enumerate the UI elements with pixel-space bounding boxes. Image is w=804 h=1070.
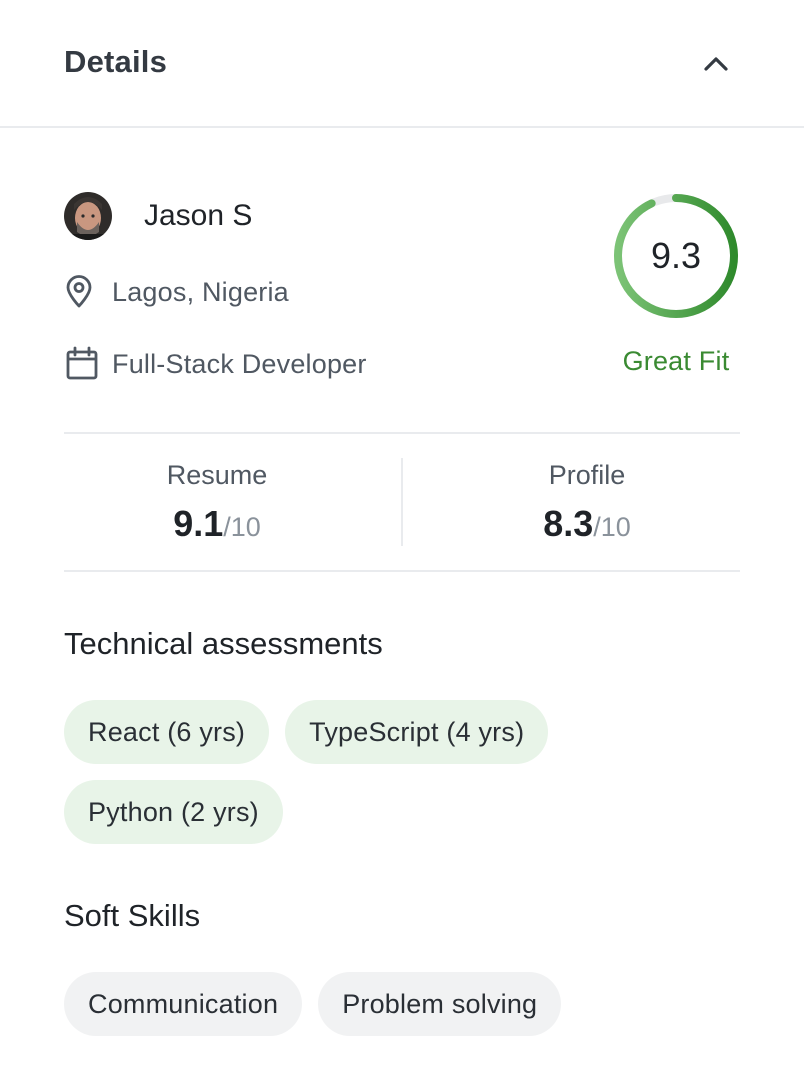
divider <box>64 570 740 572</box>
profile-label: Profile <box>548 460 626 490</box>
resume-value: 9.1 <box>173 503 224 544</box>
soft-skills-chips: Communication Problem solving <box>64 972 740 1036</box>
role-text: Full-Stack Developer <box>112 348 367 379</box>
role-row: Full-Stack Developer <box>64 346 367 382</box>
collapse-button[interactable] <box>692 42 740 86</box>
technical-chips: React (6 yrs) TypeScript (4 yrs) Python … <box>64 700 740 844</box>
details-header: Details <box>0 0 804 128</box>
overall-score: 9.3 <box>650 235 702 276</box>
skill-chip-typescript[interactable]: TypeScript (4 yrs) <box>285 700 549 764</box>
candidate-row: Jason S <box>64 192 252 240</box>
calendar-icon <box>64 346 104 382</box>
profile-outof: /10 <box>593 512 631 542</box>
skill-chip-python[interactable]: Python (2 yrs) <box>64 780 283 844</box>
avatar[interactable] <box>64 192 112 240</box>
profile-value-line: 8.3/10 <box>422 503 752 545</box>
resume-value-line: 9.1/10 <box>52 503 382 545</box>
technical-section-title: Technical assessments <box>64 626 383 661</box>
fit-label: Great Fit <box>622 346 730 376</box>
skill-chip-react[interactable]: React (6 yrs) <box>64 700 270 764</box>
profile-score: Profile 8.3/10 <box>422 460 752 545</box>
skill-chip-communication[interactable]: Communication <box>64 972 303 1036</box>
resume-score: Resume 9.1/10 <box>52 460 382 545</box>
profile-value: 8.3 <box>543 503 594 544</box>
details-title: Details <box>64 44 168 79</box>
candidate-name: Jason S <box>144 199 253 232</box>
location-pin-icon <box>64 274 104 310</box>
divider <box>64 432 740 434</box>
location-text: Lagos, Nigeria <box>112 276 289 307</box>
resume-outof: /10 <box>223 512 261 542</box>
soft-skills-section-title: Soft Skills <box>64 898 201 933</box>
skill-chip-problem-solving[interactable]: Problem solving <box>318 972 562 1036</box>
resume-label: Resume <box>166 460 268 490</box>
stats-divider <box>401 458 403 546</box>
chevron-up-icon <box>704 57 728 71</box>
location-row: Lagos, Nigeria <box>64 274 289 310</box>
